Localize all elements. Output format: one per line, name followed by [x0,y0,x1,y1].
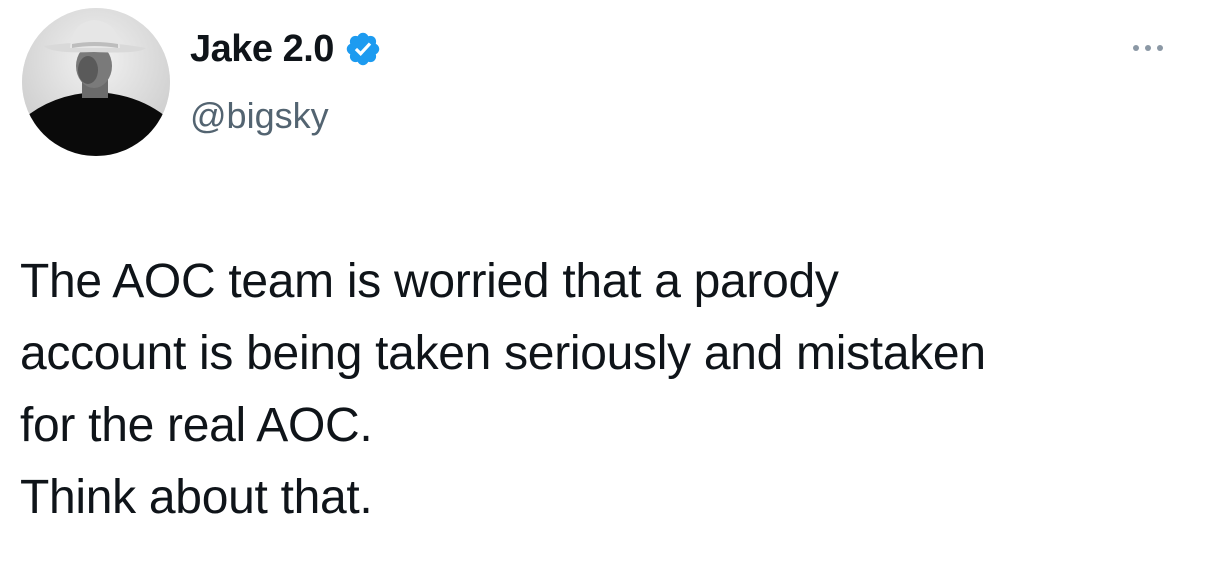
more-options-icon[interactable] [1118,38,1178,58]
more-dot [1157,45,1163,51]
author-handle[interactable]: @bigsky [190,94,329,138]
display-name[interactable]: Jake 2.0 [190,26,334,72]
tweet-text: The AOC team is worried that a parody ac… [20,246,1210,534]
tweet-text-line: The AOC team is worried that a parody [20,255,839,308]
more-dot [1145,45,1151,51]
tweet-card: Jake 2.0 @bigsky The AOC team is worried… [0,0,1226,562]
author-name-row[interactable]: Jake 2.0 [190,26,382,72]
avatar[interactable] [22,8,170,156]
tweet-text-line: account is being taken seriously and mis… [20,327,986,380]
tweet-text-line: for the real AOC. [20,399,373,452]
tweet-text-line: Think about that. [20,471,373,524]
more-dot [1133,45,1139,51]
avatar-image [22,8,170,156]
verified-badge-icon[interactable] [344,30,382,68]
